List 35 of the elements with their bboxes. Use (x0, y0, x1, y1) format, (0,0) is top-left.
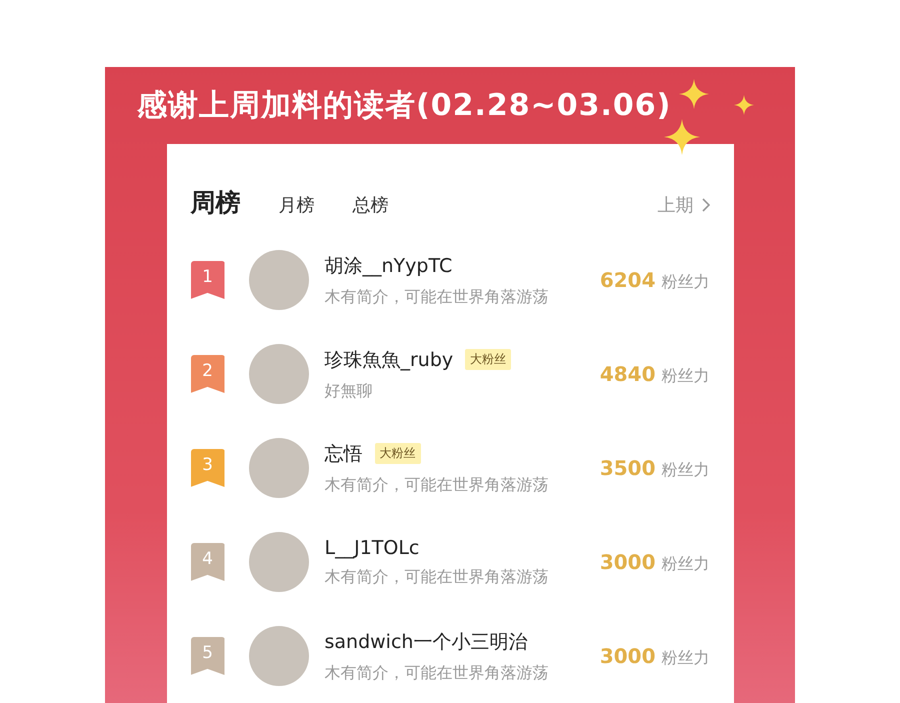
tab[interactable]: 周榜 (190, 186, 240, 219)
user-name: 忘悟 (324, 442, 362, 466)
fan-score: 3500 (600, 456, 656, 480)
user-bio: 好無聊 (324, 380, 374, 402)
score-unit: 粉丝力 (662, 272, 710, 292)
fan-score: 6204 (600, 268, 656, 292)
rank-ribbon: 5 (190, 637, 224, 675)
banner-title: 感谢上周加料的读者(02.28~03.06) (137, 87, 672, 125)
fan-score: 3000 (600, 550, 656, 574)
sparkle-icon (734, 95, 754, 115)
chevron-right-icon (702, 198, 710, 212)
score-unit: 粉丝力 (662, 554, 710, 574)
rank-ribbon: 4 (190, 543, 224, 581)
fan-score: 3000 (600, 644, 656, 668)
rank-ribbon: 2 (190, 355, 224, 393)
user-bio: 木有简介，可能在世界角落游荡 (324, 286, 550, 308)
sparkle-icon (664, 119, 700, 155)
fan-badge: 大粉丝 (374, 443, 420, 464)
user-name: sandwich一个小三明治 (324, 630, 528, 654)
fan-score: 4840 (600, 362, 656, 386)
tab[interactable]: 总榜 (352, 193, 388, 217)
user-bio: 木有简介，可能在世界角落游荡 (324, 566, 550, 588)
sparkle-icon (679, 79, 709, 109)
rank-ribbon: 3 (190, 449, 224, 487)
rank-ribbon: 1 (190, 261, 224, 299)
score-unit: 粉丝力 (662, 648, 710, 668)
fan-badge: 大粉丝 (465, 349, 512, 370)
tab[interactable]: 月榜 (278, 193, 314, 217)
user-bio: 木有简介，可能在世界角落游荡 (324, 474, 550, 496)
score-unit: 粉丝力 (662, 460, 710, 480)
user-name: 胡涂__nYypTC (324, 254, 452, 278)
user-name: 珍珠魚魚_ruby (324, 348, 454, 372)
user-name: L__J1TOLc (324, 536, 420, 558)
user-bio: 木有简介，可能在世界角落游荡 (324, 662, 550, 684)
score-unit: 粉丝力 (662, 366, 710, 386)
